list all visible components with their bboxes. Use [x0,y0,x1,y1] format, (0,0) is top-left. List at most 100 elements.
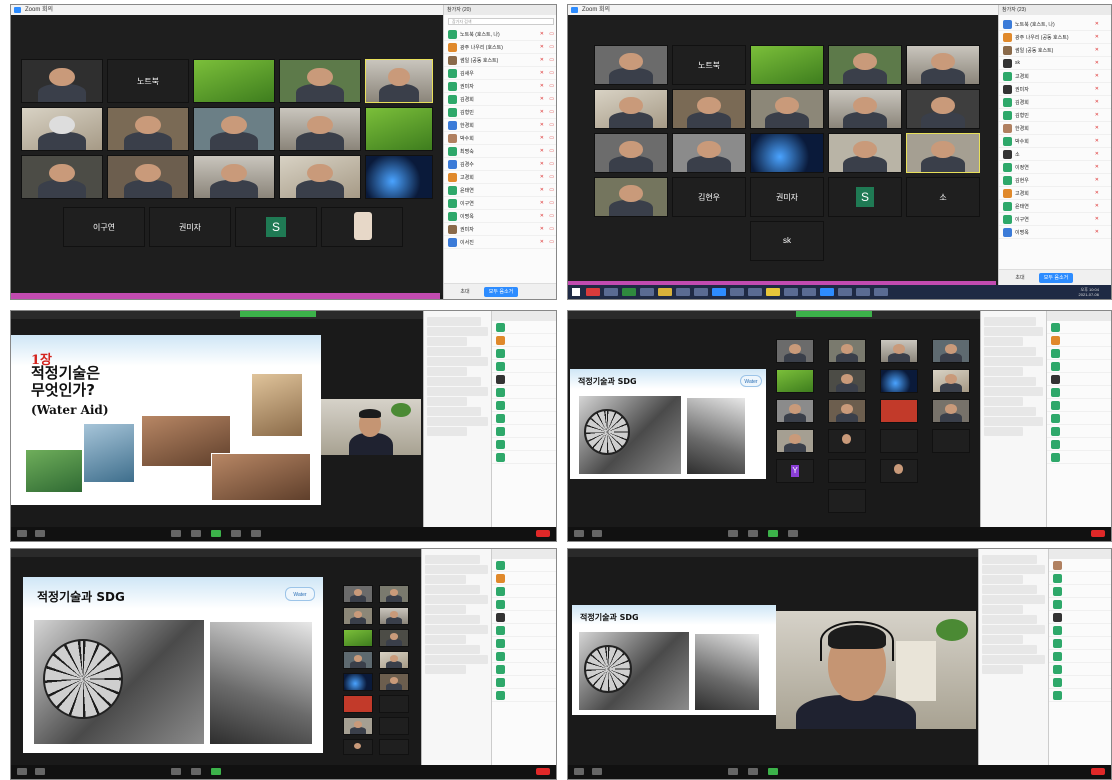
video-tile[interactable] [193,59,275,103]
participant-row[interactable]: 최명숙 ✕ ▭ [444,145,556,158]
video-tile-name-only[interactable]: 이구연 [63,207,145,247]
share-screen-button[interactable] [768,768,778,775]
participants-button[interactable] [728,768,738,775]
participant-row[interactable]: 김현우 ✕ [999,174,1111,187]
video-button[interactable] [592,530,602,537]
video-button[interactable] [35,768,45,775]
participant-row[interactable]: 김경희 ✕ [999,96,1111,109]
participant-row[interactable]: 노트북 (호스트, 나) ✕ ▭ [444,28,556,41]
participant-row[interactable]: 박수희 ✕ ▭ [444,132,556,145]
video-tile-name-only[interactable]: 김현우 [672,177,746,217]
video-tile[interactable] [906,45,980,85]
chat-button[interactable] [191,768,201,775]
taskbar-app-icon[interactable] [712,288,726,296]
taskbar-app-icon[interactable] [622,288,636,296]
sharing-indicator[interactable] [796,311,873,317]
video-tile[interactable] [828,89,902,129]
video-tile-active-speaker[interactable] [365,59,433,103]
video-tile[interactable] [107,155,189,199]
speaker-video[interactable] [776,611,976,729]
taskbar-app-icon[interactable] [586,288,600,296]
participant-row[interactable]: 썸일 (공동 호스트) ✕ [999,44,1111,57]
participant-row[interactable]: 이정연 ✕ [999,161,1111,174]
video-tile-avatar[interactable]: S [828,177,902,217]
participants-button[interactable] [171,530,181,537]
participant-row[interactable]: 광주 나우리 (공동 호스트) ✕ [999,31,1111,44]
mute-all-button[interactable]: 모두 음소거 [1039,273,1073,283]
video-tile[interactable] [107,107,189,151]
end-meeting-button[interactable] [1091,530,1105,537]
video-tile[interactable] [750,89,824,129]
video-button[interactable] [35,530,45,537]
participant-row[interactable]: 고경희 ✕ [999,70,1111,83]
video-tile[interactable] [750,45,824,85]
video-tile[interactable] [21,107,103,151]
share-screen-button[interactable] [768,530,778,537]
taskbar-app-icon[interactable] [640,288,654,296]
video-tile-avatar[interactable]: S [235,207,317,247]
video-tile[interactable] [21,59,103,103]
video-tile[interactable] [594,45,668,85]
video-tile[interactable] [193,155,275,199]
participant-search-input[interactable]: 참가자 검색 [448,18,554,25]
video-tile-name-only[interactable]: sk [750,221,824,261]
mute-button[interactable] [574,768,584,775]
participant-row[interactable]: 권미자 ✕ ▭ [444,223,556,236]
taskbar-app-icon[interactable] [730,288,744,296]
participant-row[interactable]: 이구연 ✕ [999,213,1111,226]
record-button[interactable] [788,530,798,537]
participant-row[interactable]: 이구연 ✕ ▭ [444,197,556,210]
video-tile[interactable] [279,59,361,103]
video-tile[interactable] [906,89,980,129]
video-tile[interactable] [672,89,746,129]
share-screen-button[interactable] [211,768,221,775]
participant-row[interactable]: 썸일 (공동 호스트) ✕ ▭ [444,54,556,67]
invite-button[interactable]: 초대 [454,287,476,297]
video-tile[interactable] [594,133,668,173]
video-tile-name-only[interactable]: 소 [906,177,980,217]
participant-row[interactable]: 박수희 ✕ [999,135,1111,148]
participant-row[interactable]: 이명옥 ✕ ▭ [444,210,556,223]
chat-button[interactable] [748,530,758,537]
participant-row[interactable]: 김경수 ✕ ▭ [444,158,556,171]
participant-row[interactable]: 김경희 ✕ ▭ [444,93,556,106]
taskbar-app-icon[interactable] [748,288,762,296]
video-tile[interactable] [750,133,824,173]
mute-button[interactable] [17,530,27,537]
taskbar-app-icon[interactable] [784,288,798,296]
taskbar-app-icon[interactable] [658,288,672,296]
video-tile-name-only[interactable]: 권미자 [149,207,231,247]
chat-button[interactable] [748,768,758,775]
video-tile[interactable] [279,155,361,199]
participant-row[interactable]: 이서진 ✕ ▭ [444,236,556,249]
participant-row[interactable]: 김형민 ✕ ▭ [444,106,556,119]
taskbar-app-icon[interactable] [766,288,780,296]
share-screen-button[interactable] [211,530,221,537]
taskbar-app-icon[interactable] [856,288,870,296]
taskbar-app-icon[interactable] [676,288,690,296]
video-tile[interactable] [828,45,902,85]
end-meeting-button[interactable] [536,530,550,537]
participant-row[interactable]: sk ✕ [999,57,1111,70]
participant-row[interactable]: 고경희 ✕ [999,187,1111,200]
participant-row[interactable]: 권미자 ✕ ▭ [444,80,556,93]
record-button[interactable] [231,530,241,537]
mute-button[interactable] [574,530,584,537]
participants-button[interactable] [171,768,181,775]
participant-row[interactable]: 한경희 ✕ [999,122,1111,135]
video-tile[interactable] [321,207,403,247]
end-meeting-button[interactable] [1091,768,1105,775]
participants-button[interactable] [728,530,738,537]
participant-row[interactable]: 소 ✕ [999,148,1111,161]
sharing-indicator[interactable] [239,311,317,317]
system-clock[interactable]: 오후 10:04 2021-07-06 [1079,287,1099,297]
participant-row[interactable]: 윤태연 ✕ [999,200,1111,213]
participant-row[interactable]: 권미자 ✕ [999,83,1111,96]
participant-row[interactable]: 노트북 (호스트, 나) ✕ [999,18,1111,31]
video-tile[interactable] [365,107,433,151]
mute-button[interactable] [17,768,27,775]
video-tile-avatar[interactable]: Y [776,459,814,483]
taskbar-app-icon[interactable] [874,288,888,296]
taskbar-app-icon[interactable] [802,288,816,296]
video-tile-name-only[interactable]: 노트북 [672,45,746,85]
